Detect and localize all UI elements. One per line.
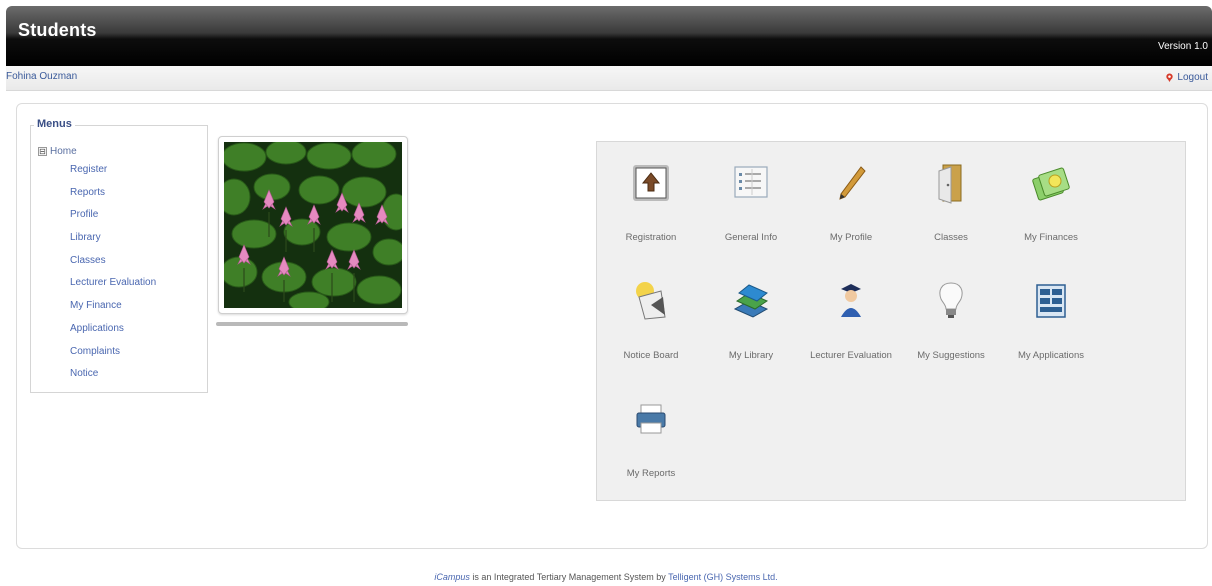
tile-my-profile[interactable]: My Profile: [801, 146, 901, 256]
menu-item-my-finance[interactable]: My Finance: [70, 300, 156, 323]
footer-text: is an Integrated Tertiary Management Sys…: [469, 572, 669, 582]
footer-brand-link[interactable]: iCampus: [434, 572, 470, 582]
version-label: Version 1.0: [1157, 41, 1208, 52]
books-icon: [733, 284, 769, 318]
dashboard-icon-panel: Registration General Info My Profile Cla…: [596, 141, 1186, 501]
app-title: Students: [18, 20, 97, 40]
money-icon: [1032, 167, 1070, 201]
user-bar: Fohina Ouzman Logout: [6, 66, 1212, 91]
tile-lecturer-evaluation[interactable]: Lecturer Evaluation: [801, 264, 901, 374]
water-lily-photo: [224, 142, 402, 308]
menu-item-classes[interactable]: Classes: [70, 255, 156, 278]
app-header: Students Version 1.0: [6, 6, 1212, 66]
footer: iCampus is an Integrated Tertiary Manage…: [0, 572, 1212, 582]
tile-label: My Finances: [1024, 232, 1078, 243]
menu-item-reports[interactable]: Reports: [70, 187, 156, 210]
menu-item-notice[interactable]: Notice: [70, 368, 156, 391]
photo-frame: [218, 136, 408, 314]
menu-item-complaints[interactable]: Complaints: [70, 346, 156, 369]
notice-icon: [636, 282, 666, 320]
menu-item-library[interactable]: Library: [70, 232, 156, 255]
tile-label: My Applications: [1017, 350, 1084, 361]
tile-label: My Reports: [626, 468, 676, 479]
logout-pin-icon: [1166, 73, 1174, 82]
tile-registration[interactable]: Registration: [601, 146, 701, 256]
registration-icon: [633, 165, 669, 201]
tile-general-info[interactable]: General Info: [701, 146, 801, 256]
tile-my-library[interactable]: My Library: [701, 264, 801, 374]
menu-legend: Menus: [34, 118, 75, 130]
collapse-toggle-icon[interactable]: ⊟: [38, 147, 47, 156]
menu-item-profile[interactable]: Profile: [70, 209, 156, 232]
general-info-icon: [734, 166, 768, 198]
lightbulb-icon: [939, 282, 963, 318]
menu-home-label: Home: [50, 146, 77, 157]
form-icon: [1036, 284, 1066, 318]
menu-item-register[interactable]: Register: [70, 164, 156, 187]
tile-my-finances[interactable]: My Finances: [1001, 146, 1101, 256]
tile-notice-board[interactable]: Notice Board: [601, 264, 701, 374]
menu-home[interactable]: ⊟ Home: [38, 146, 77, 157]
tile-classes[interactable]: Classes: [901, 146, 1001, 256]
printer-icon: [636, 404, 666, 434]
logout-label: Logout: [1177, 72, 1208, 83]
tile-my-applications[interactable]: My Applications: [1001, 264, 1101, 374]
menu-item-lecturer-evaluation[interactable]: Lecturer Evaluation: [70, 277, 156, 300]
tile-my-reports[interactable]: My Reports: [601, 382, 701, 492]
menu-list: Register Reports Profile Library Classes…: [70, 164, 156, 391]
tile-my-suggestions[interactable]: My Suggestions: [901, 264, 1001, 374]
username-link[interactable]: Fohina Ouzman: [6, 71, 77, 82]
graduate-icon: [841, 284, 861, 317]
logout-link[interactable]: Logout: [1165, 72, 1208, 83]
photo-slider-bar: [216, 322, 408, 326]
footer-company-link[interactable]: Telligent (GH) Systems Ltd.: [668, 572, 778, 582]
door-icon: [938, 164, 962, 204]
pencil-icon: [839, 166, 866, 200]
menu-item-applications[interactable]: Applications: [70, 323, 156, 346]
